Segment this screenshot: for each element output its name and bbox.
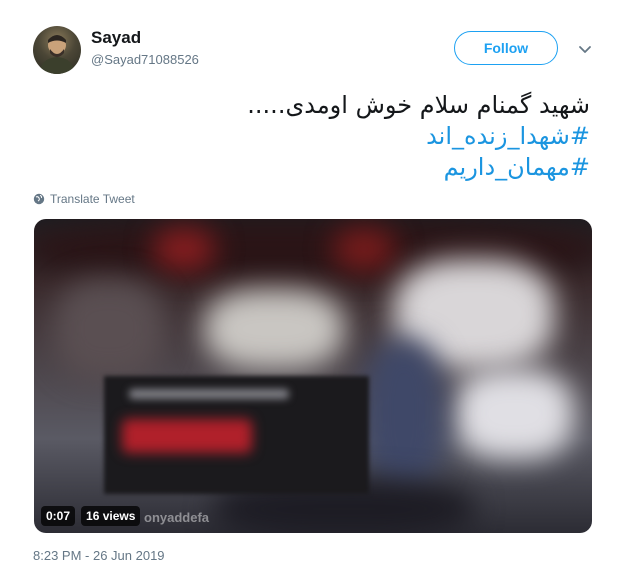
user-name[interactable]: Sayad (91, 28, 141, 48)
video-frame-blur (54, 279, 164, 379)
globe-icon (33, 193, 45, 205)
video-duration: 0:07 (41, 506, 76, 526)
tweet-line: شهید گمنام سلام خوش اومدی..... (247, 91, 590, 119)
video-frame-blur (364, 339, 444, 489)
video-player[interactable]: 0:07 16 views onyaddefa (34, 219, 592, 533)
video-frame-blur (204, 289, 344, 369)
avatar-image (39, 35, 75, 74)
video-frame-blur (154, 229, 214, 269)
video-banner-title (122, 419, 252, 453)
user-handle[interactable]: @Sayad71088526 (91, 52, 199, 67)
avatar[interactable] (33, 26, 81, 74)
video-badges: 0:07 16 views (41, 506, 141, 526)
video-watermark: onyaddefa (144, 510, 210, 525)
chevron-down-icon[interactable] (576, 40, 594, 58)
translate-tweet-link[interactable]: Translate Tweet (33, 192, 135, 206)
tweet-text: شهید گمنام سلام خوش اومدی..... #شهدا_زند… (247, 90, 590, 183)
hashtag-link[interactable]: #مهمان_داریم (247, 152, 590, 183)
video-views: 16 views (81, 506, 141, 526)
video-frame-blur (454, 369, 574, 459)
translate-label: Translate Tweet (50, 192, 135, 206)
tweet-timestamp[interactable]: 8:23 PM - 26 Jun 2019 (33, 548, 165, 563)
video-frame-blur (334, 229, 394, 269)
follow-button[interactable]: Follow (454, 31, 558, 65)
hashtag-link[interactable]: #شهدا_زنده_اند (247, 121, 590, 152)
video-banner-text (129, 389, 289, 399)
